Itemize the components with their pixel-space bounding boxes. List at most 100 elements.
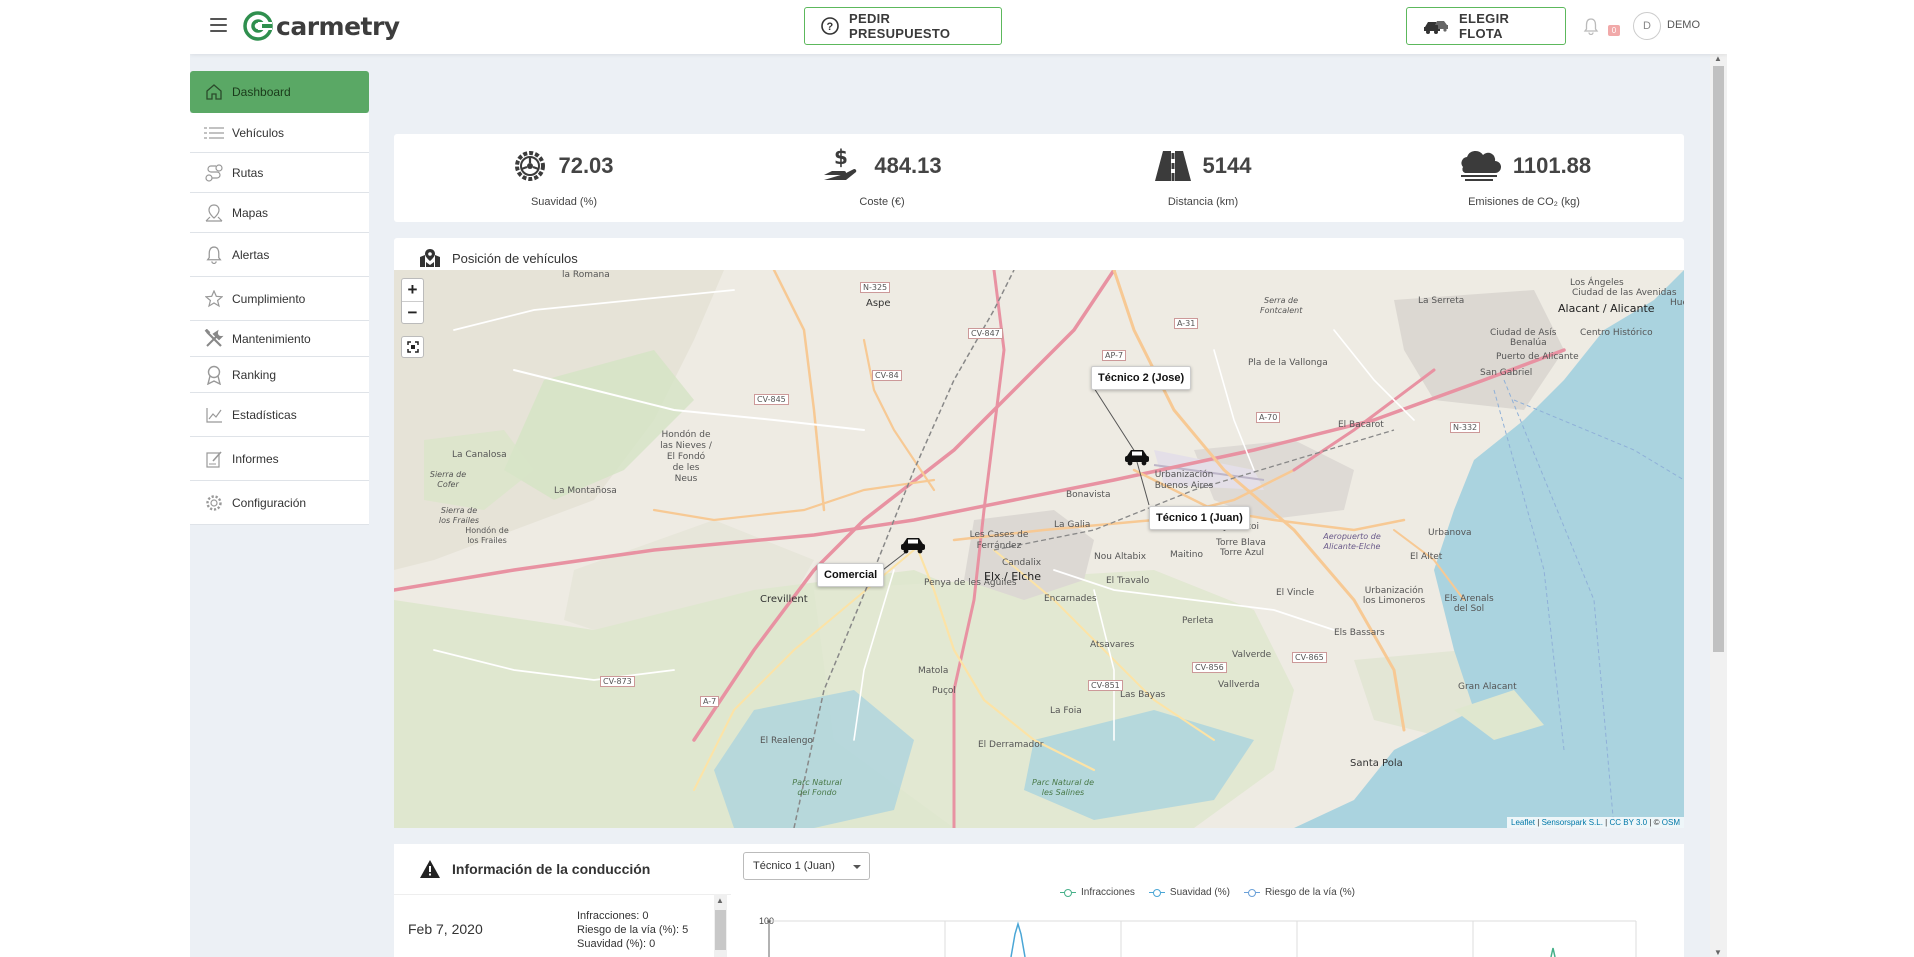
fit-bounds-button[interactable] <box>401 336 424 358</box>
driving-line-chart: 100 <box>759 916 1637 957</box>
map-place-label: Els Arenals del Sol <box>1444 594 1494 614</box>
road-shield: N-332 <box>1450 422 1481 433</box>
leaflet-link[interactable]: Leaflet <box>1511 818 1535 827</box>
map-place-label: Los Ángeles <box>1570 278 1624 288</box>
map-place-label: La Galia <box>1054 520 1091 530</box>
vehicle-label-tecnico-2[interactable]: Técnico 2 (Jose) <box>1091 366 1192 390</box>
map-place-label: Matola <box>918 666 949 676</box>
list-icon <box>204 123 224 143</box>
report-icon <box>204 449 224 469</box>
map-place-label: Aspe <box>866 298 891 309</box>
scroll-up-icon[interactable]: ▲ <box>1714 54 1722 63</box>
map-place-label: Parc Natural del Fondo <box>792 778 842 797</box>
kpi-value: 484.13 <box>874 153 942 178</box>
map-place-label: Hondón de las Nieves / El Fondó de les N… <box>660 430 712 484</box>
logo[interactable]: carmetry <box>242 10 400 42</box>
zoom-in-button[interactable]: + <box>402 279 423 301</box>
map-place-label: Centro Histórico <box>1580 328 1653 338</box>
vehicle-map[interactable]: la Romana Aspe Hondón de las Nieves / El… <box>394 270 1684 828</box>
legend-item[interactable]: Riesgo de la vía (%) <box>1243 887 1355 898</box>
sidebar-item-configuracion[interactable]: Configuración <box>190 481 369 525</box>
road-shield: CV-851 <box>1088 680 1123 691</box>
map-place-label: Elx / Elche <box>984 570 1042 583</box>
page-scrollbar[interactable]: ▲ ▼ <box>1710 54 1727 957</box>
list-item[interactable]: Feb 7, 2020 Infracciones: 0 Riesgo de la… <box>394 894 731 957</box>
sidebar-item-cumplimiento[interactable]: Cumplimiento <box>190 277 369 321</box>
map-place-label: Alacant / Alicante <box>1558 302 1655 315</box>
map-place-label: Hue <box>1670 298 1684 308</box>
vehicle-position-card: Posición de vehículos la Romana Aspe Hon… <box>394 238 1684 828</box>
map-place-label: Aeropuerto de Alicante-Elche <box>1323 532 1381 551</box>
map-place-label: Santa Pola <box>1350 758 1403 769</box>
sidebar-item-vehiculos[interactable]: Vehículos <box>190 113 369 153</box>
sensorspark-link[interactable]: Sensorspark S.L. <box>1542 818 1603 827</box>
user-name[interactable]: DEMO <box>1667 19 1700 31</box>
sidebar-item-rutas[interactable]: Rutas <box>190 153 369 193</box>
vehicle-select-value: Técnico 1 (Juan) <box>753 860 835 872</box>
map-place-label: La Serreta <box>1418 296 1465 306</box>
vehicle-label-comercial[interactable]: Comercial <box>817 563 885 587</box>
choose-fleet-button[interactable]: ELEGIR FLOTA <box>1406 7 1566 45</box>
kpi-value: 72.03 <box>558 153 614 178</box>
zoom-out-button[interactable]: − <box>402 301 423 323</box>
quote-button[interactable]: ? PEDIR PRESUPUESTO <box>804 7 1002 45</box>
scroll-thumb[interactable] <box>1713 66 1724 652</box>
legend-item[interactable]: Suavidad (%) <box>1148 887 1230 898</box>
road-shield: CV-84 <box>872 370 902 381</box>
map-place-label: Maitino <box>1170 550 1204 560</box>
map-place-label: Torre Blava <box>1216 538 1266 548</box>
kpi-suavidad: 72.03 Suavidad (%) <box>414 146 714 208</box>
license-link[interactable]: CC BY 3.0 <box>1609 818 1647 827</box>
map-place-label: Las Bayas <box>1120 690 1166 700</box>
scroll-down-icon[interactable]: ▼ <box>1714 948 1722 957</box>
map-place-label: Urbanova <box>1428 528 1472 538</box>
legend-label: Infracciones <box>1081 887 1135 898</box>
kpi-card: 72.03 Suavidad (%) $ 484.13 Coste (€) 51… <box>394 134 1684 222</box>
map-place-label: Puerto de Alicante <box>1496 352 1579 362</box>
legend-label: Suavidad (%) <box>1169 887 1230 898</box>
sidebar-item-estadisticas[interactable]: Estadísticas <box>190 393 369 437</box>
map-place-label: El Travalo <box>1106 576 1150 586</box>
legend-item[interactable]: Infracciones <box>1060 887 1135 898</box>
map-attribution: Leaflet | Sensorspark S.L. | CC BY 3.0 |… <box>1507 817 1684 828</box>
vehicle-label-tecnico-1[interactable]: Técnico 1 (Juan) <box>1149 506 1250 530</box>
map-place-label: Puçol <box>932 686 956 696</box>
menu-icon[interactable] <box>210 18 227 32</box>
osm-link[interactable]: OSM <box>1662 818 1680 827</box>
road-shield: CV-873 <box>600 676 635 687</box>
svg-text:?: ? <box>826 21 833 33</box>
sidebar-item-label: Mantenimiento <box>232 331 311 346</box>
driving-info-card: Información de la conducción Feb 7, 2020… <box>394 844 731 957</box>
warning-icon <box>420 860 440 878</box>
vehicle-select[interactable]: Técnico 1 (Juan) <box>743 852 870 880</box>
sidebar-item-mapas[interactable]: Mapas <box>190 193 369 233</box>
legend-label: Riesgo de la vía (%) <box>1264 887 1355 898</box>
map-place-label: Urbanización Buenos Aires <box>1154 470 1214 491</box>
map-place-label: Benalúa <box>1510 338 1547 348</box>
notifications-bell-icon[interactable] <box>1583 18 1599 35</box>
kpi-coste: $ 484.13 Coste (€) <box>732 146 1032 208</box>
sidebar-item-informes[interactable]: Informes <box>190 437 369 481</box>
road-shield: CV-845 <box>754 394 789 405</box>
road-shield: N-325 <box>860 282 891 293</box>
road-icon <box>1154 151 1191 181</box>
question-icon: ? <box>821 17 839 35</box>
map-place-label: La Montañosa <box>554 486 617 496</box>
sidebar-item-alertas[interactable]: Alertas <box>190 233 369 277</box>
avatar[interactable]: D <box>1633 12 1661 40</box>
car-icon[interactable] <box>1124 448 1150 466</box>
star-icon <box>204 289 224 309</box>
list-scrollbar[interactable]: ▲ <box>714 894 727 957</box>
car-icon[interactable] <box>900 536 926 554</box>
sidebar-item-dashboard[interactable]: Dashboard <box>190 71 369 113</box>
home-icon <box>204 82 224 102</box>
map-place-label: Serra de Fontcalent <box>1260 296 1303 315</box>
scroll-up-icon[interactable]: ▲ <box>716 896 724 905</box>
road-shield: A-70 <box>1256 412 1281 423</box>
sidebar-item-ranking[interactable]: Ranking <box>190 357 369 393</box>
sidebar-item-mantenimiento[interactable]: Mantenimiento <box>190 321 369 357</box>
kpi-label: Emisiones de CO₂ (kg) <box>1468 196 1580 208</box>
map-place-label: San Gabriel <box>1480 368 1533 378</box>
chevron-down-icon <box>853 865 861 869</box>
kpi-value: 5144 <box>1202 153 1252 178</box>
